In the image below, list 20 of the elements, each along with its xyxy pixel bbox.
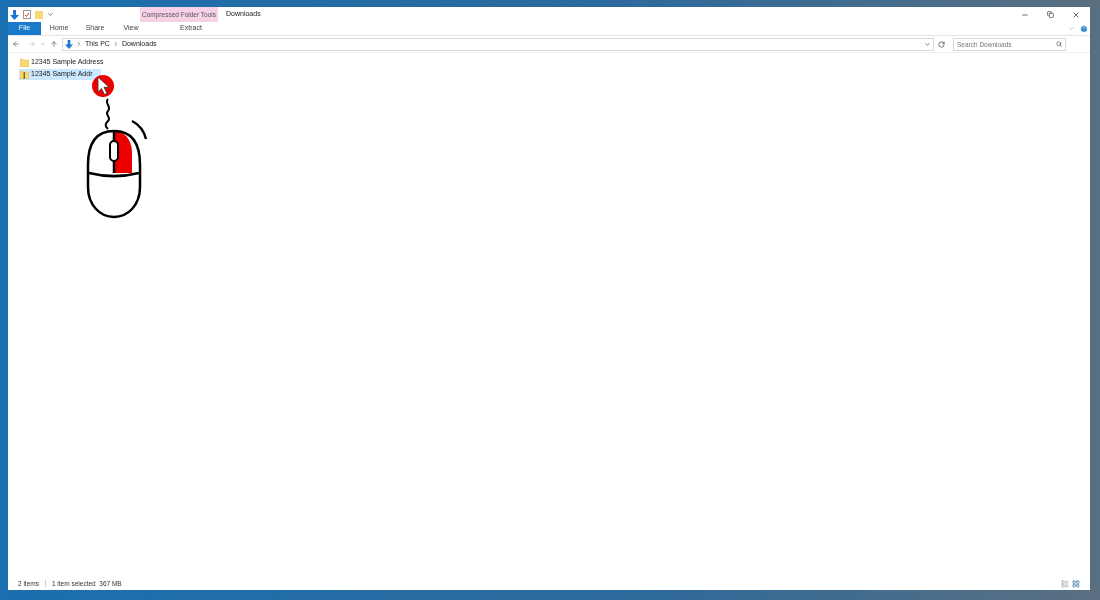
restore-icon[interactable] <box>1047 11 1054 18</box>
folder-icon <box>20 58 29 67</box>
back-icon[interactable] <box>12 40 20 48</box>
refresh-icon[interactable] <box>938 40 945 48</box>
download-arrow-icon[interactable] <box>10 9 19 20</box>
large-icons-view-icon[interactable] <box>1072 579 1080 588</box>
details-view-icon[interactable] <box>1061 579 1069 588</box>
breadcrumb-separator-icon <box>112 41 119 47</box>
search-icon <box>1056 41 1062 47</box>
breadcrumb-separator-icon <box>76 41 82 47</box>
up-icon[interactable] <box>50 40 58 48</box>
expand-ribbon-icon[interactable] <box>1068 25 1075 32</box>
zipped-folder-icon <box>20 70 29 79</box>
close-icon[interactable] <box>1072 10 1080 19</box>
dropdown-icon[interactable] <box>924 40 931 48</box>
customize-toolbar-icon[interactable] <box>47 11 54 18</box>
help-icon[interactable] <box>1080 24 1088 33</box>
properties-icon[interactable] <box>23 10 31 19</box>
cursor-icon <box>92 75 114 97</box>
download-arrow-icon <box>65 39 73 49</box>
